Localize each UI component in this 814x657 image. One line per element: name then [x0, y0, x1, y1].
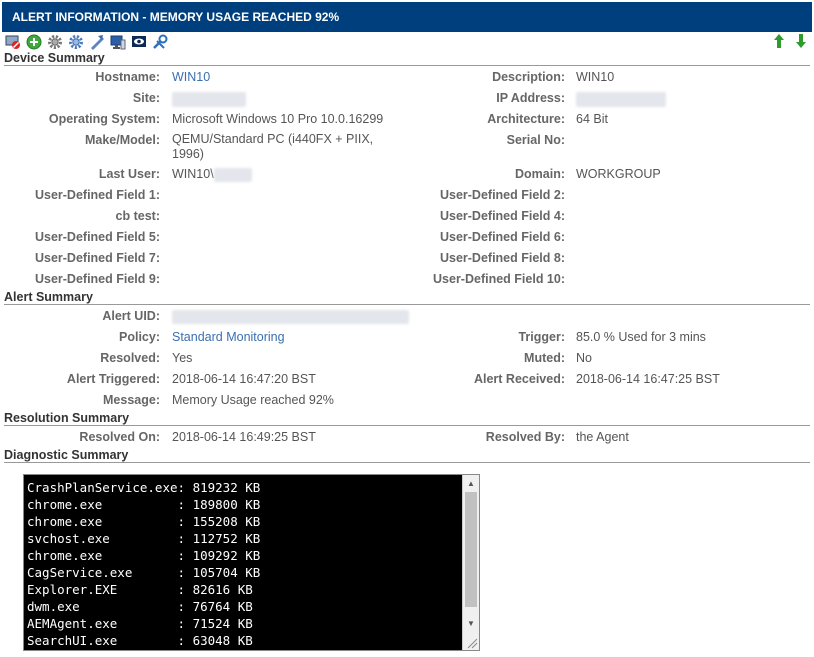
description-label: Description: — [492, 70, 565, 84]
view-icon[interactable] — [130, 33, 147, 50]
udf8-label: User-Defined Field 8: — [439, 251, 565, 265]
make-model-label: Make/Model: — [84, 133, 160, 147]
ip-address-redacted — [576, 92, 666, 107]
scroll-up-icon[interactable]: ▲ — [463, 476, 479, 491]
architecture-value: 64 Bit — [576, 112, 608, 126]
resolved-on-label: Resolved On: — [79, 430, 160, 444]
delete-device-icon[interactable] — [4, 33, 21, 50]
udf9-label: User-Defined Field 9: — [34, 272, 160, 286]
remote-takeover-icon[interactable] — [88, 33, 105, 50]
resolution-summary-heading: Resolution Summary — [4, 411, 810, 426]
diagnostic-output-textarea[interactable]: CrashPlanService.exe: 819232 KB chrome.e… — [23, 474, 480, 651]
architecture-label: Architecture: — [487, 112, 565, 126]
hostname-label: Hostname: — [95, 70, 160, 84]
last-user-redacted — [214, 168, 252, 182]
diagnostic-output-text: CrashPlanService.exe: 819232 KB chrome.e… — [27, 480, 261, 648]
alert-received-value: 2018-06-14 16:47:25 BST — [576, 372, 720, 386]
alert-title-bar: ALERT INFORMATION - MEMORY USAGE REACHED… — [2, 2, 812, 32]
alert-uid-redacted — [172, 310, 409, 324]
resolved-on-value: 2018-06-14 16:49:25 BST — [172, 430, 316, 444]
message-label: Message: — [103, 393, 160, 407]
serial-label: Serial No: — [506, 133, 565, 147]
trigger-label: Trigger: — [518, 330, 565, 344]
settings-gear-icon[interactable] — [46, 33, 63, 50]
last-user-label: Last User: — [98, 167, 160, 181]
diagnostic-summary-heading: Diagnostic Summary — [4, 448, 810, 463]
resolved-by-label: Resolved By: — [485, 430, 565, 444]
page-title: ALERT INFORMATION - MEMORY USAGE REACHED… — [12, 10, 340, 24]
udf4-label: User-Defined Field 4: — [439, 209, 565, 223]
domain-value: WORKGROUP — [576, 167, 661, 181]
muted-label: Muted: — [524, 351, 565, 365]
description-value: WIN10 — [576, 70, 615, 84]
diagnostic-scrollbar[interactable]: ▲ ▼ — [462, 475, 479, 650]
arrow-up-icon[interactable] — [772, 32, 786, 50]
muted-value: No — [576, 351, 592, 365]
alert-uid-label: Alert UID: — [102, 309, 160, 323]
alert-received-label: Alert Received: — [473, 372, 565, 386]
domain-label: Domain: — [515, 167, 565, 181]
monitor-icon[interactable] — [109, 33, 126, 50]
hostname-link[interactable]: WIN10 — [172, 70, 210, 84]
toolbar — [4, 33, 168, 51]
message-value: Memory Usage reached 92% — [172, 393, 334, 407]
cb-test-label: cb test: — [115, 209, 160, 223]
udf7-label: User-Defined Field 7: — [34, 251, 160, 265]
udf5-label: User-Defined Field 5: — [34, 230, 160, 244]
resolved-by-value: the Agent — [576, 430, 629, 444]
policy-label: Policy: — [119, 330, 160, 344]
last-user-value: WIN10\ — [172, 167, 214, 181]
trigger-value: 85.0 % Used for 3 mins — [576, 330, 706, 344]
resize-grip-icon[interactable] — [463, 634, 479, 650]
add-icon[interactable] — [25, 33, 42, 50]
udf2-label: User-Defined Field 2: — [439, 188, 565, 202]
resolved-label: Resolved: — [100, 351, 160, 365]
policy-link[interactable]: Standard Monitoring — [172, 330, 285, 344]
settings-gear-alt-icon[interactable] — [67, 33, 84, 50]
udf1-label: User-Defined Field 1: — [34, 188, 160, 202]
os-value: Microsoft Windows 10 Pro 10.0.16299 — [172, 112, 384, 126]
arrow-down-icon[interactable] — [794, 32, 808, 50]
resolved-value: Yes — [172, 351, 193, 365]
device-summary-heading: Device Summary — [4, 51, 810, 66]
udf10-label: User-Defined Field 10: — [433, 272, 565, 286]
udf6-label: User-Defined Field 6: — [439, 230, 565, 244]
alert-triggered-value: 2018-06-14 16:47:20 BST — [172, 372, 316, 386]
os-label: Operating System: — [48, 112, 160, 126]
scroll-thumb[interactable] — [465, 492, 477, 607]
site-label: Site: — [132, 91, 160, 105]
make-model-value: QEMU/Standard PC (i440FX + PIIX, 1996) — [172, 132, 374, 161]
alert-triggered-label: Alert Triggered: — [66, 372, 160, 386]
site-value-redacted[interactable] — [172, 92, 246, 107]
alert-summary-heading: Alert Summary — [4, 290, 810, 305]
tools-icon[interactable] — [151, 33, 168, 50]
ip-address-label: IP Address: — [496, 91, 565, 105]
scroll-down-icon[interactable]: ▼ — [463, 616, 479, 631]
record-navigation — [772, 32, 808, 50]
